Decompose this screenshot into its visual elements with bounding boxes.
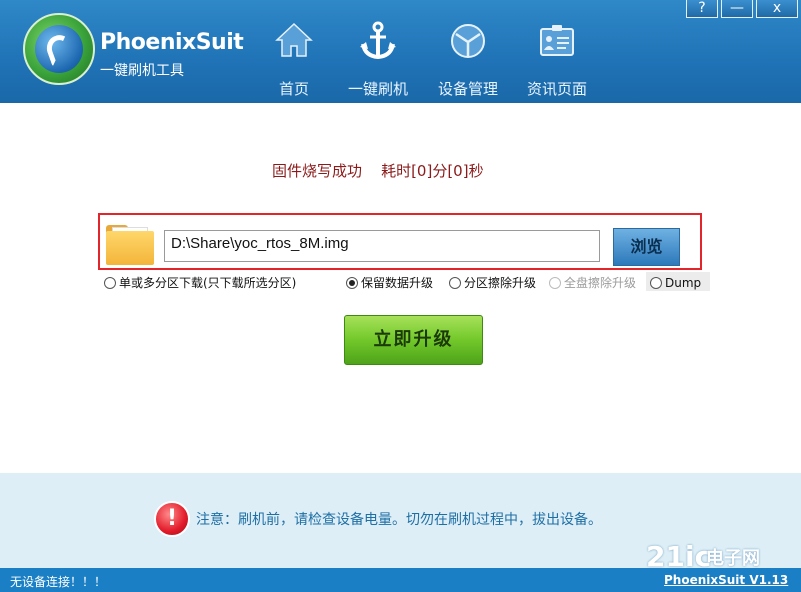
- nav-device-label: 设备管理: [437, 80, 498, 98]
- device-connection-status: 无设备连接！！！: [10, 575, 107, 589]
- folder-icon[interactable]: [106, 225, 154, 265]
- option-partition-download-label: 单或多分区下载(只下载所选分区): [119, 276, 297, 290]
- main-panel: 固件烧写成功 耗时[0]分[0]秒 D:\Share\yoc_rtos_8M.i…: [0, 103, 801, 473]
- option-partition-erase[interactable]: 分区擦除升级: [449, 274, 536, 291]
- option-dump[interactable]: Dump: [650, 274, 701, 291]
- radio-partition-download[interactable]: [104, 276, 116, 289]
- nav-news-label: 资讯页面: [526, 80, 587, 98]
- option-keep-data-label: 保留数据升级: [361, 276, 434, 290]
- flash-status-text: 固件烧写成功 耗时[0]分[0]秒: [272, 162, 484, 180]
- firmware-select-frame: D:\Share\yoc_rtos_8M.img 浏览: [98, 213, 702, 270]
- anchor-icon: [360, 21, 396, 60]
- radio-dump[interactable]: [650, 276, 662, 289]
- radio-full-erase: [549, 276, 561, 289]
- help-button[interactable]: ?: [686, 0, 718, 18]
- nav-flash[interactable]: 一键刷机: [338, 14, 418, 103]
- firmware-path-input[interactable]: D:\Share\yoc_rtos_8M.img: [164, 230, 600, 262]
- browse-button[interactable]: 浏览: [613, 228, 680, 266]
- nav-news[interactable]: 资讯页面: [517, 14, 597, 103]
- phoenix-logo-icon: [23, 13, 95, 85]
- app-brand: PhoenixSuit: [100, 30, 244, 55]
- option-full-erase: 全盘擦除升级: [549, 274, 636, 291]
- watermark-main: 21ic: [646, 540, 712, 573]
- title-bar: PhoenixSuit 一键刷机工具 首页 一键刷机 设备管理 资讯页面 ? —…: [0, 0, 801, 103]
- nav-flash-label: 一键刷机: [347, 80, 408, 98]
- app-subtitle: 一键刷机工具: [100, 63, 184, 79]
- device-icon: [451, 24, 485, 58]
- radio-keep-data[interactable]: [346, 276, 358, 289]
- nav-device[interactable]: 设备管理: [428, 14, 508, 103]
- news-icon: [540, 25, 574, 56]
- radio-partition-erase[interactable]: [449, 276, 461, 289]
- option-keep-data[interactable]: 保留数据升级: [346, 274, 433, 291]
- option-partition-download[interactable]: 单或多分区下载(只下载所选分区): [104, 274, 296, 291]
- option-dump-label: Dump: [665, 275, 702, 290]
- watermark-logo: 21ic 电子网: [646, 540, 796, 588]
- nav-home-label: 首页: [278, 80, 309, 98]
- watermark-small: 电子网: [706, 548, 760, 569]
- option-full-erase-label: 全盘擦除升级: [564, 276, 637, 290]
- notice-text: 注意：刷机前，请检查设备电量。切勿在刷机过程中，拔出设备。: [196, 512, 602, 528]
- warning-icon: !: [154, 501, 190, 537]
- upgrade-now-button[interactable]: 立即升级: [344, 315, 483, 365]
- option-partition-erase-label: 分区擦除升级: [464, 276, 537, 290]
- minimize-button[interactable]: —: [721, 0, 753, 18]
- close-button[interactable]: x: [756, 0, 798, 18]
- home-icon: [275, 22, 313, 57]
- nav-home[interactable]: 首页: [254, 14, 334, 103]
